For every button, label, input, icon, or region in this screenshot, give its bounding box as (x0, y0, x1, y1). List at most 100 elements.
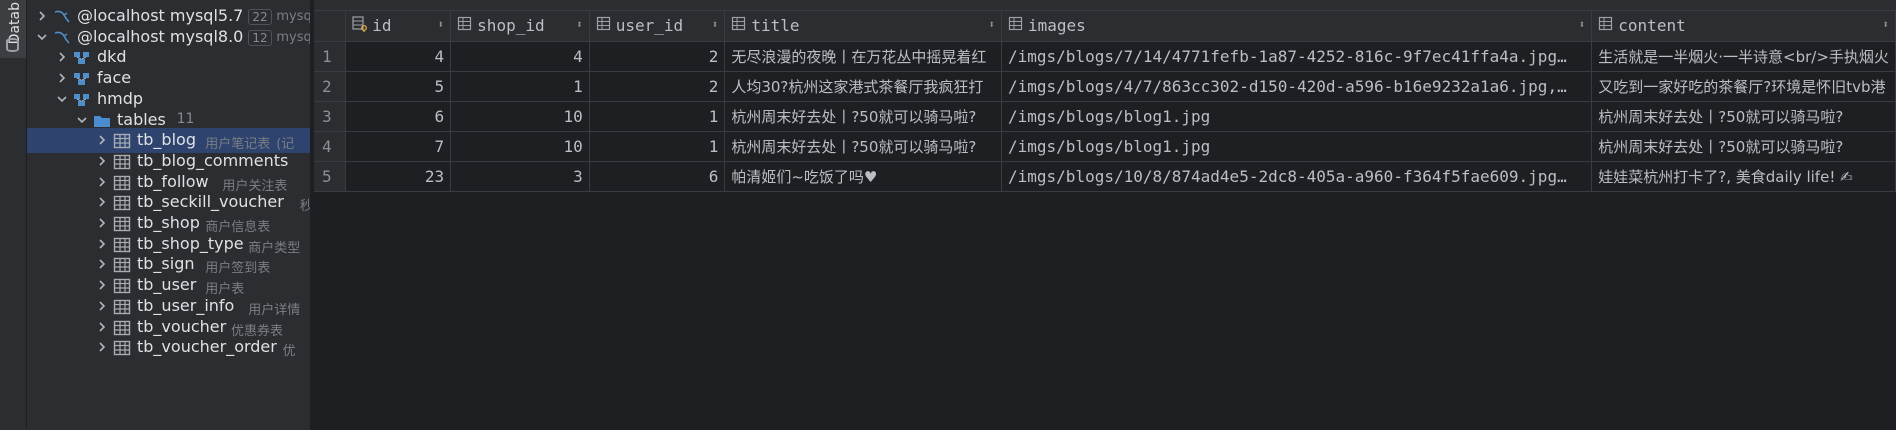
cell-images[interactable]: /imgs/blogs/blog1.jpg (1001, 131, 1593, 162)
tree-node-label: tb_blog_comments (137, 150, 289, 170)
column-header-label: images (1028, 15, 1086, 35)
cell-user-id[interactable]: 1 (589, 131, 726, 162)
database-tree[interactable]: @localhost mysql5.722mysql@localhost mys… (27, 0, 310, 430)
sort-arrows-icon[interactable]: ⬍ (438, 18, 445, 31)
cell-title[interactable]: 人均30?杭州这家港式茶餐厅我疯狂打 (724, 71, 1002, 102)
tree-node-label: tb_user (137, 275, 197, 295)
tree-node-label: dkd (97, 47, 127, 67)
cell-title[interactable]: 无尽浪漫的夜晚丨在万花丛中摇晃着红 (724, 41, 1002, 72)
cell-images[interactable]: /imgs/blogs/7/14/4771fefb-1a87-4252-816c… (1001, 41, 1593, 72)
cell-images[interactable]: /imgs/blogs/4/7/863cc302-d150-420d-a596-… (1001, 71, 1593, 102)
cell-title[interactable]: 帕清姬们~吃饭了吗♥ (724, 161, 1002, 192)
database-tool-window-tab[interactable]: Datab (0, 0, 26, 58)
column-icon (1008, 16, 1024, 36)
chevron-right-icon[interactable] (97, 237, 107, 251)
column-header-user-id[interactable]: user_id ⬍ (589, 11, 726, 42)
chevron-right-icon[interactable] (97, 175, 107, 189)
chevron-down-icon[interactable] (37, 30, 47, 44)
tree-node-label: tb_shop_type (137, 233, 244, 253)
column-icon (1598, 16, 1614, 36)
cell-images[interactable]: /imgs/blogs/blog1.jpg (1001, 101, 1593, 132)
tables-count: 11 (176, 110, 195, 127)
truncated-comment: mysql (276, 29, 310, 45)
chevron-right-icon[interactable] (97, 133, 107, 147)
cell-id[interactable]: 23 (345, 161, 452, 192)
chevron-right-icon[interactable] (97, 320, 107, 334)
table-icon (113, 195, 131, 211)
column-header-label: user_id (615, 15, 684, 35)
cell-user-id[interactable]: 2 (589, 41, 726, 72)
chevron-right-icon[interactable] (37, 9, 47, 23)
column-header-label: title (751, 15, 800, 35)
cell-shop-id[interactable]: 1 (450, 71, 590, 102)
chevron-right-icon[interactable] (97, 195, 107, 209)
table-row[interactable]: 4 7 10 1 杭州周末好去处丨?50就可以骑马啦?/imgs/blogs/blog1… (314, 131, 1896, 162)
sort-arrows-icon[interactable]: ⬍ (1882, 18, 1889, 31)
tree-node-label: tb_seckill_voucher (137, 192, 284, 212)
cell-id[interactable]: 4 (345, 41, 452, 72)
table-row[interactable]: 1 4 4 2 无尽浪漫的夜晚丨在万花丛中摇晃着红/imgs/blogs/7/14/47… (314, 41, 1896, 72)
cell-user-id[interactable]: 6 (589, 161, 726, 192)
table-row[interactable]: 5 23 3 6 帕清姬们~吃饭了吗♥/imgs/blogs/10/8/874ad4e5… (314, 161, 1896, 192)
chevron-right-icon[interactable] (97, 278, 107, 292)
column-header-content[interactable]: content ⬍ (1591, 11, 1896, 42)
tree-node-label: @localhost mysql5.7 (77, 6, 244, 25)
cell-shop-id[interactable]: 10 (450, 101, 590, 132)
sort-arrows-icon[interactable]: ⬍ (988, 18, 995, 31)
column-header-title[interactable]: title ⬍ (724, 11, 1002, 42)
tree-node-label: tb_sign (137, 254, 195, 274)
data-table: id ⬍ shop_id ⬍ user_id ⬍ title ⬍ images ⬍ content ⬍… (314, 11, 1896, 192)
cell-shop-id[interactable]: 10 (450, 131, 590, 162)
sort-arrows-icon[interactable]: ⬍ (576, 18, 583, 31)
sort-arrows-icon[interactable]: ⬍ (712, 18, 719, 31)
chevron-right-icon[interactable] (97, 257, 107, 271)
tree-node-label: hmdp (97, 88, 144, 108)
table-icon (113, 175, 131, 191)
database-icon (6, 38, 19, 52)
object-count-badge: 22 (248, 9, 272, 25)
chevron-down-icon[interactable] (77, 113, 87, 127)
schema-icon (73, 92, 91, 108)
tree-node-label: tb_shop (137, 213, 200, 232)
table-row[interactable]: 3 6 10 1 杭州周末好去处丨?50就可以骑马啦?/imgs/blogs/blog1… (314, 101, 1896, 132)
cell-content[interactable]: 杭州周末好去处丨?50就可以骑马啦? (1591, 131, 1896, 162)
sort-arrows-icon[interactable]: ⬍ (1579, 18, 1586, 31)
cell-content[interactable]: 娃娃菜杭州打卡了?, 美食daily life! ✍ (1591, 161, 1896, 192)
cell-user-id[interactable]: 2 (589, 71, 726, 102)
table-icon (113, 299, 131, 315)
chevron-right-icon[interactable] (97, 299, 107, 313)
chevron-down-icon[interactable] (57, 92, 67, 106)
chevron-right-icon[interactable] (57, 50, 67, 64)
schema-icon (73, 71, 91, 87)
cell-id[interactable]: 7 (345, 131, 452, 162)
tree-node-tb-voucher-order[interactable]: tb_voucher_order 优 (27, 335, 310, 360)
table-icon (113, 320, 131, 336)
cell-images[interactable]: /imgs/blogs/10/8/874ad4e5-2dc8-405a-a960… (1001, 161, 1593, 192)
column-header-images[interactable]: images ⬍ (1001, 11, 1593, 42)
chevron-right-icon[interactable] (97, 154, 107, 168)
object-count-badge: 12 (248, 29, 272, 46)
column-header-shop-id[interactable]: shop_id ⬍ (450, 11, 590, 42)
left-tool-strip: Datab (0, 0, 27, 430)
chevron-right-icon[interactable] (97, 340, 107, 354)
cell-content[interactable]: 生活就是一半烟火·一半诗意<br/>手执烟火 (1591, 41, 1896, 72)
cell-user-id[interactable]: 1 (589, 101, 726, 132)
table-row[interactable]: 2 5 1 2 人均30?杭州这家港式茶餐厅我疯狂打/imgs/blogs/4/7/86… (314, 71, 1896, 102)
cell-content[interactable]: 杭州周末好去处丨?50就可以骑马啦? (1591, 101, 1896, 132)
table-icon (113, 154, 131, 170)
row-number-header (314, 11, 347, 42)
chevron-right-icon[interactable] (57, 71, 67, 85)
table-icon (113, 257, 131, 273)
cell-id[interactable]: 5 (345, 71, 452, 102)
tree-node-label: face (97, 68, 132, 88)
cell-content[interactable]: 又吃到一家好吃的茶餐厅?环境是怀旧tvb港 (1591, 71, 1896, 102)
cell-shop-id[interactable]: 3 (450, 161, 590, 192)
table-icon (113, 237, 131, 253)
result-grid[interactable]: id ⬍ shop_id ⬍ user_id ⬍ title ⬍ images ⬍ content ⬍… (314, 0, 1896, 430)
chevron-right-icon[interactable] (97, 216, 107, 230)
cell-title[interactable]: 杭州周末好去处丨?50就可以骑马啦? (724, 131, 1002, 162)
column-header-id[interactable]: id ⬍ (345, 11, 452, 42)
cell-title[interactable]: 杭州周末好去处丨?50就可以骑马啦? (724, 101, 1002, 132)
cell-shop-id[interactable]: 4 (450, 41, 590, 72)
cell-id[interactable]: 6 (345, 101, 452, 132)
